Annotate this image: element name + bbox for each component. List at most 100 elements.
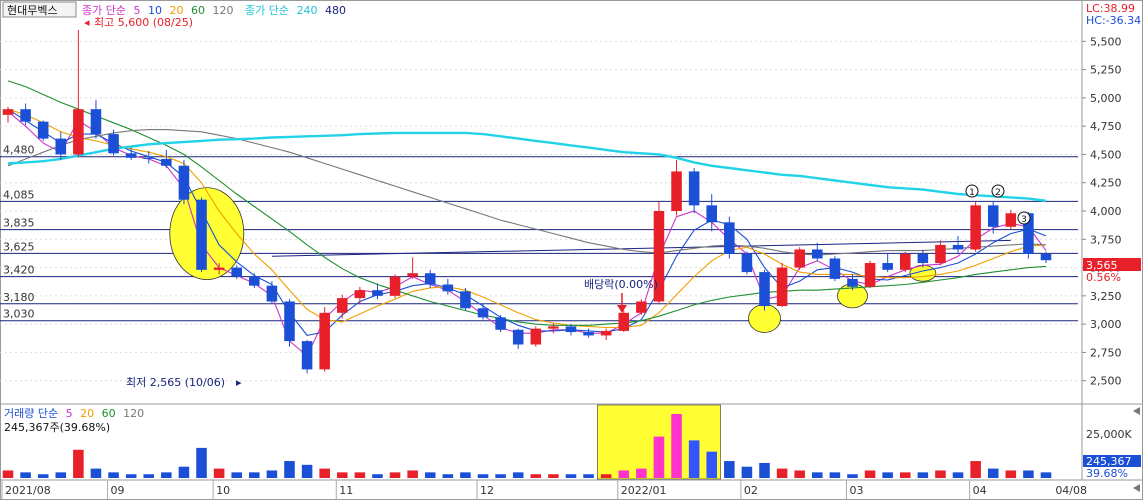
ma-legend-120: 120 [212,4,233,17]
volume-legend: 거래량 단순 5 20 60 120 [4,407,144,420]
candle-body [776,267,788,307]
volume-bar [424,472,436,478]
volume-bar [935,470,946,478]
candle-body [20,109,31,122]
volume-bar [565,474,577,478]
candle-body [196,199,207,270]
symbol-name: 현대무벡스 [7,4,58,17]
candle-body [477,308,489,318]
volume-bar [460,472,471,478]
volume-bar [741,466,753,478]
candle-body [1005,213,1017,227]
volume-bar [354,472,366,478]
volume-bar [776,468,788,478]
level-label: 3,030 [3,308,35,321]
volume-legend-20: 20 [80,407,94,420]
volume-bar [917,472,929,478]
level-label: 3,625 [3,240,35,253]
volume-bar [2,470,14,478]
candle-body [372,290,383,296]
volume-bar [829,472,841,478]
candlestick [741,251,753,275]
candle-body [37,121,49,139]
time-tick-label: 09 [111,484,125,497]
time-tick-label: 12 [480,484,494,497]
price-change: 0.56% [1086,271,1121,284]
ma-legend-60: 60 [191,4,205,17]
volume-bar [899,472,911,478]
candle-body [442,284,454,292]
volume-bar [794,470,805,478]
volume-bar [812,472,823,478]
level-label: 3,835 [3,217,35,230]
candle-body [512,329,524,345]
candlestick [284,299,295,347]
candlestick [864,260,876,288]
candlestick [530,326,542,347]
volume-bar [1040,472,1052,478]
candle-body [970,205,981,250]
candlestick [794,247,805,270]
volume-bar [759,462,770,478]
candle-body [794,249,805,268]
volume-bar [864,470,876,478]
price-tick-label: 2,500 [1090,375,1122,388]
candle-body [319,312,330,370]
candlestick [899,251,911,273]
ma-legend-240: 240 [296,4,317,17]
price-tick-label: 4,000 [1090,205,1122,218]
volume-bar [1005,470,1017,478]
candlestick [724,216,735,259]
candle-body [812,249,823,259]
volume-bar [407,470,418,478]
price-tick-label: 5,000 [1090,92,1122,105]
volume-bar [847,474,858,478]
candle-body [724,222,735,254]
volume-bar [583,474,594,478]
candlestick [759,269,770,311]
candle-body [618,312,630,331]
candlestick [636,299,647,316]
volume-bar [125,474,137,478]
volume-bar [336,472,348,478]
price-tick-label: 3,750 [1090,233,1122,246]
candlestick [776,263,788,308]
volume-badge-ratio: 39.68% [1086,467,1128,480]
volume-bar [512,472,524,478]
level-label: 3,420 [3,264,35,277]
candle-body [847,278,858,287]
time-tick-label: 2022/01 [621,484,667,497]
candle-body [2,109,14,115]
candle-body [530,328,542,345]
candle-body [178,165,190,200]
volume-bar [196,447,207,478]
low-annotation: 최저 2,565 (10/06) ▸ [126,376,242,389]
candle-body [125,153,137,158]
candle-body [354,290,366,299]
candlestick [196,197,207,273]
stock-chart[interactable]: 2,5002,7503,0003,2503,5003,7504,0004,250… [0,0,1143,500]
volume-bar [1023,470,1034,478]
volume-bar [284,461,295,478]
volume-bar [882,472,893,478]
candle-body [741,253,753,273]
candlestick [37,120,49,141]
volume-bar [653,436,665,478]
candle-body [301,341,313,370]
candle-body [407,273,418,277]
candle-body [161,158,172,166]
high-arrow-icon: ◂ [84,16,90,29]
candle-body [389,276,401,296]
candle-body [759,272,770,307]
candlestick [970,201,981,252]
candlestick [178,160,190,205]
svg-text:1: 1 [969,188,975,198]
level-label: 4,085 [3,188,35,201]
volume-bar [600,474,612,478]
time-tick-label: 04/08 [1055,484,1087,497]
volume-current: 245,367주(39.68%) [4,421,110,434]
volume-bar [636,468,647,478]
volume-bar [548,474,559,478]
volume-bar [671,414,682,478]
candle-body [636,301,647,313]
